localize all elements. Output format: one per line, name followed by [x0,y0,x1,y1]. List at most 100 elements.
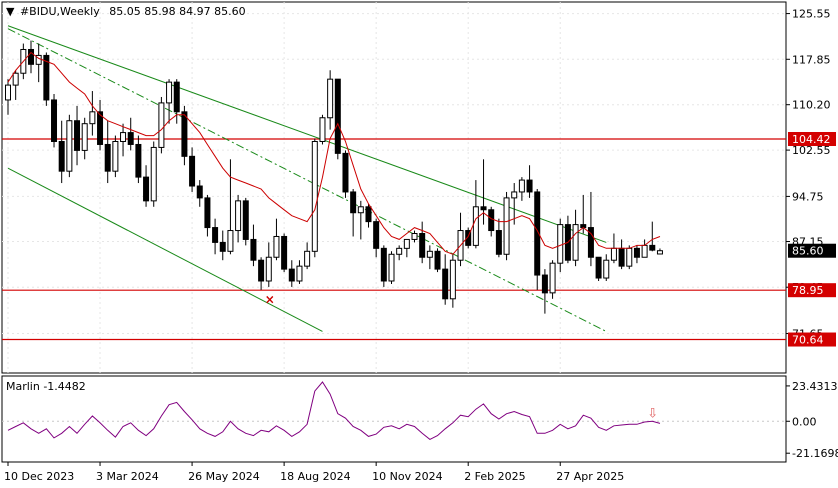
candle-body [89,111,96,125]
candle-body [526,179,533,193]
candle [549,260,556,299]
candle [334,78,341,160]
time-tick-label: 10 Dec 2023 [4,470,74,483]
candle-body [426,250,433,258]
price-chart[interactable]: × 125.55117.85110.20102.5594.7587.1579.4… [0,0,838,488]
candle [434,248,441,273]
candle [380,245,387,287]
candle-body [143,176,150,202]
candle-body [442,268,449,300]
candle-body [396,247,403,255]
price-tick-label: 117.85 [792,53,831,66]
candle-body [288,268,295,282]
candle [311,138,318,258]
candle-body [503,197,510,255]
oscillator-title: Marlin -1.4482 [6,380,86,393]
candle [503,191,510,261]
level-badge-label: 70.64 [792,334,824,347]
candle-body [511,191,518,199]
candle-body [633,247,640,258]
candle-body [120,132,127,142]
candle-body [304,250,311,267]
candle-body [557,224,564,264]
candle-body [388,253,395,282]
time-tick-label: 27 Apr 2025 [556,470,624,483]
candle-body [357,206,364,214]
candle-body [204,197,211,229]
candle-body [166,81,173,104]
collapse-triangle-icon[interactable]: ▼ [6,5,14,18]
candle-body [242,200,249,240]
cross-marker-icon: × [265,292,275,306]
candle-body [334,78,341,154]
candle-body [603,259,610,279]
candle-body [51,99,58,142]
time-axis: 10 Dec 2023 3 Mar 2024 26 May 2024 18 Aug 2… [4,462,624,483]
price-tick-label: 125.55 [792,8,831,21]
level-badge-label: 104.42 [792,133,831,146]
candle-body [434,250,441,270]
price-tick-label: 94.75 [792,190,824,203]
candle [319,114,326,145]
candle [112,135,119,178]
candle [158,96,165,154]
candle-body [127,132,134,145]
signal-arrow-icon: ⇩ [647,406,658,421]
osc-tick-label: 0.00 [792,415,817,428]
candle-body [572,224,579,261]
candle-body [373,221,380,249]
candle-body [273,235,280,258]
candle-body [296,265,303,282]
candle-body [327,78,334,119]
candle-body [28,48,35,65]
candle-body [74,120,81,151]
time-tick-label: 10 Nov 2024 [372,470,442,483]
candle [626,245,633,270]
candle-body [411,233,418,240]
candle-body [649,244,656,251]
candle-body [518,179,525,193]
price-tick-label: 102.55 [792,144,831,157]
candle-body [480,206,487,211]
candle-body [641,244,648,258]
candle-body [449,259,456,300]
candle-body [472,206,479,246]
candle-body [219,241,226,252]
time-tick-label: 2 Feb 2025 [464,470,525,483]
candle-body [135,143,142,178]
candle [66,114,73,178]
candle-body [380,247,387,282]
candle [242,197,249,246]
candle-body [173,81,180,113]
candle-body [549,262,556,294]
time-tick-label: 3 Mar 2024 [96,470,159,483]
candle-body [81,123,88,151]
candle-body [541,274,548,294]
candle [595,256,602,281]
candle-body [350,191,357,214]
candle-body [112,140,119,172]
candle-body [12,72,19,86]
candle-body [595,256,602,279]
main-pane: × [1,1,787,374]
time-tick-label: 26 May 2024 [188,470,260,483]
low-marker: × [265,292,275,306]
oscillator-pane: ⇩ [1,375,787,463]
candle-body [403,238,410,249]
candle-body [488,209,495,232]
candle-body [342,152,349,193]
candle [281,233,288,273]
candle-body [196,185,203,199]
candle-body [311,140,318,252]
candle [342,150,349,198]
oscillator-axis: 23.4313 0.00 -21.1698 [786,380,838,460]
price-tick-label: 110.20 [792,99,831,112]
candle-body [104,143,111,172]
candle [534,188,541,290]
candle-body [227,230,234,252]
candle-body [265,256,272,282]
osc-tick-label: -21.1698 [792,447,838,460]
candle-body [58,140,65,172]
down-arrow-icon: ⇩ [647,406,658,421]
candle [51,94,58,148]
